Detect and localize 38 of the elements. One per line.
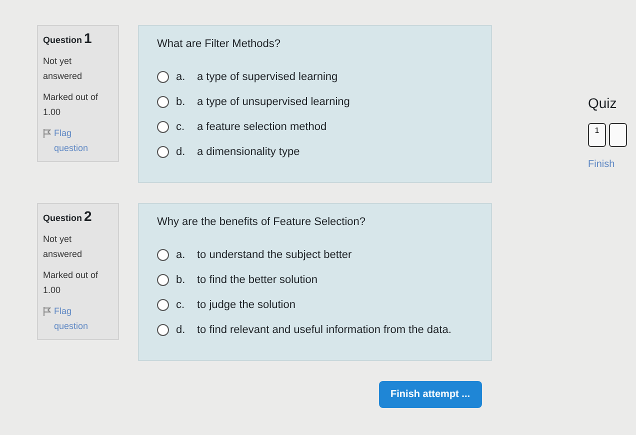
question-text: What are Filter Methods? xyxy=(157,38,282,50)
radio-button[interactable] xyxy=(157,96,169,108)
question-status: Not yet answered xyxy=(43,55,84,83)
flag-icon xyxy=(43,129,51,138)
radio-button[interactable] xyxy=(157,146,169,158)
option-letter: b. xyxy=(176,274,186,286)
option-text[interactable]: to judge the solution xyxy=(197,298,296,310)
question-number: Question 1 xyxy=(43,31,93,48)
question-nav-button[interactable]: 1 xyxy=(588,123,606,147)
option-letter: a. xyxy=(176,70,186,82)
option-text[interactable]: to find relevant and useful information from the data. xyxy=(197,324,452,336)
question-mark: Marked out of 1.00 xyxy=(43,91,100,119)
option-letter: d. xyxy=(176,146,186,158)
radio-button[interactable] xyxy=(157,298,169,310)
question-mark: Marked out of 1.00 xyxy=(43,269,100,297)
option-text[interactable]: to find the better solution xyxy=(197,274,318,286)
radio-button[interactable] xyxy=(157,274,169,286)
question-nav-button[interactable] xyxy=(609,123,627,147)
option-letter: b. xyxy=(176,96,186,108)
finish-attempt-button[interactable]: Finish attempt ... xyxy=(378,381,482,408)
option-text[interactable]: a type of unsupervised learning xyxy=(197,96,350,108)
option-letter: c. xyxy=(176,298,186,310)
radio-button[interactable] xyxy=(157,248,169,260)
option-letter: c. xyxy=(176,120,186,132)
option-letter: d. xyxy=(176,324,186,336)
question-number: Question 2 xyxy=(43,209,93,226)
option-letter: a. xyxy=(176,248,186,260)
option-text[interactable]: a type of supervised learning xyxy=(197,70,338,82)
radio-button[interactable] xyxy=(157,120,169,132)
option-text[interactable]: to understand the subject better xyxy=(197,248,352,260)
question-status: Not yet answered xyxy=(43,233,84,261)
radio-button[interactable] xyxy=(157,324,169,336)
option-text[interactable]: a dimensionality type xyxy=(197,146,300,158)
quiz-navigation-title: Quiz xyxy=(588,95,618,111)
question-text: Why are the benefits of Feature Selection? xyxy=(157,216,367,228)
flag-icon xyxy=(43,307,51,316)
radio-button[interactable] xyxy=(157,70,169,82)
option-text[interactable]: a feature selection method xyxy=(197,120,327,132)
